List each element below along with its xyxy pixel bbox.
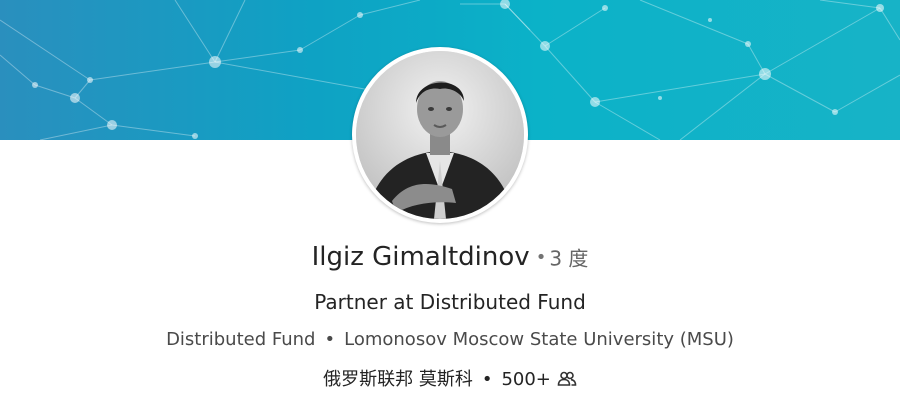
separator-dot: •	[535, 246, 547, 268]
company-education-row: Distributed Fund • Lomonosov Moscow State …	[0, 329, 900, 350]
location-connections-row: 俄罗斯联邦 莫斯科 • 500+	[0, 365, 900, 392]
profile-card: Ilgiz Gimaltdinov • 3 度 Partner at Distrib…	[0, 0, 900, 410]
people-icon	[557, 371, 577, 392]
connections-count[interactable]: 500+	[501, 369, 550, 390]
connection-degree: 3 度	[549, 246, 589, 271]
profile-photo	[356, 51, 524, 219]
company-link[interactable]: Distributed Fund	[166, 329, 315, 350]
avatar[interactable]	[352, 47, 528, 223]
profile-name: Ilgiz Gimaltdinov	[311, 242, 530, 272]
location: 俄罗斯联邦 莫斯科	[323, 369, 473, 390]
separator-dot: •	[324, 329, 336, 350]
separator-dot: •	[481, 369, 493, 390]
education-link[interactable]: Lomonosov Moscow State University (MSU)	[344, 329, 734, 350]
name-row: Ilgiz Gimaltdinov • 3 度	[0, 242, 900, 272]
profile-headline: Partner at Distributed Fund	[314, 290, 586, 314]
